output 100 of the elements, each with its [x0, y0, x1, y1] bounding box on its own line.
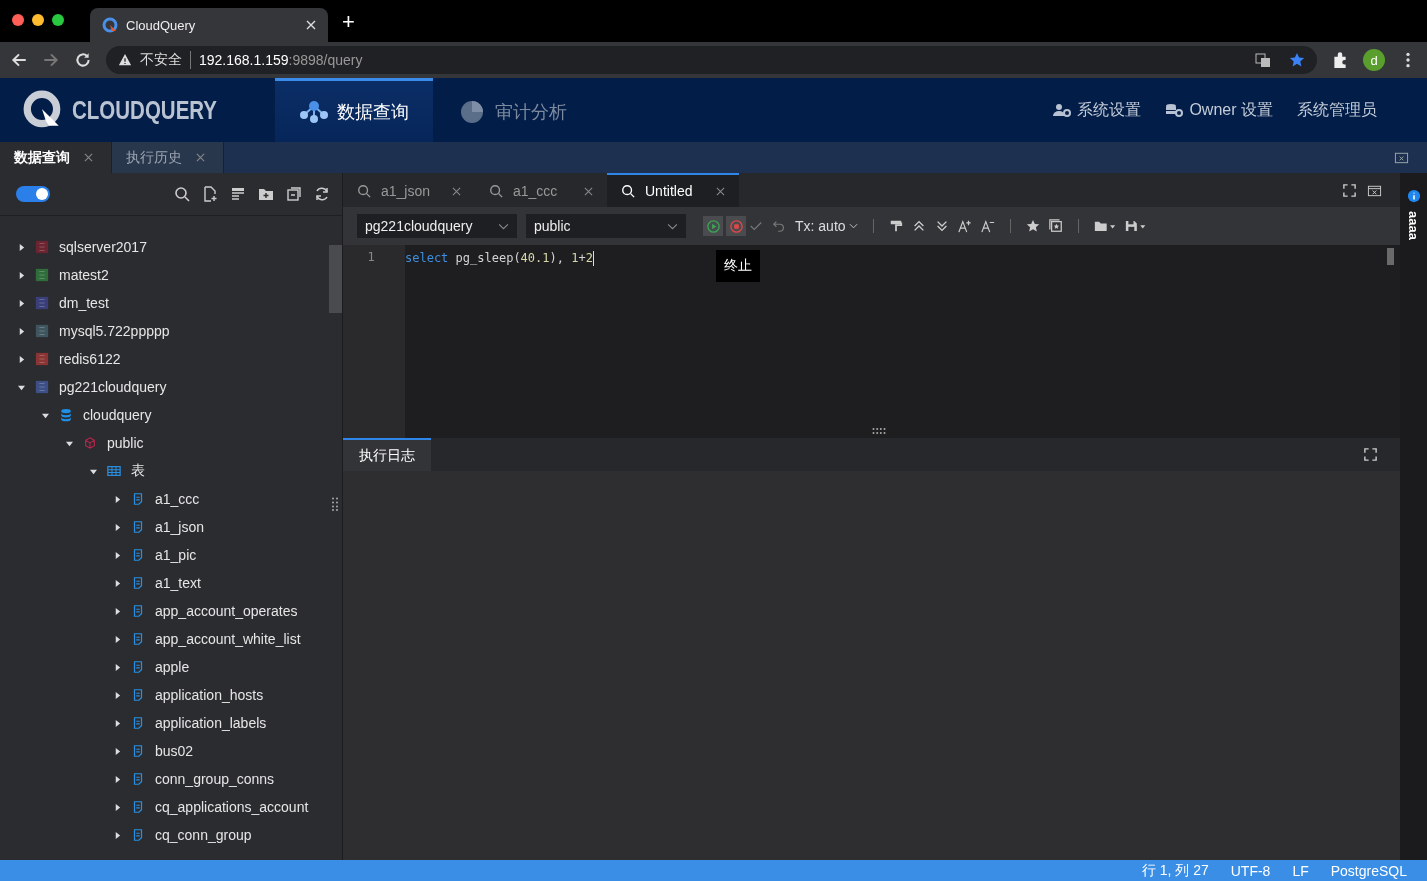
caret-icon[interactable] — [114, 747, 121, 755]
tree-item[interactable]: 表 — [131, 462, 145, 480]
schema-select[interactable]: public — [526, 214, 686, 238]
scrollbar-thumb[interactable] — [329, 245, 342, 313]
fullscreen-icon[interactable] — [1342, 182, 1357, 198]
new-file-icon[interactable] — [202, 186, 218, 202]
caret-icon[interactable] — [114, 579, 121, 587]
caret-icon[interactable] — [18, 299, 25, 307]
tree-item[interactable]: pg221cloudquery — [59, 379, 167, 395]
new-tab-button[interactable]: + — [342, 9, 355, 35]
font-increase-icon[interactable] — [957, 219, 972, 233]
tree-item[interactable]: public — [107, 435, 144, 451]
caret-icon[interactable] — [114, 607, 121, 615]
tree-item[interactable]: apple — [155, 659, 190, 675]
check-icon[interactable] — [749, 219, 763, 233]
save-dropdown-icon[interactable] — [1124, 219, 1147, 233]
tree-item[interactable]: application_labels — [155, 715, 267, 731]
close-icon[interactable] — [84, 153, 93, 162]
paint-roller-icon[interactable] — [888, 219, 903, 233]
resize-handle-icon[interactable] — [871, 428, 886, 434]
caret-icon[interactable] — [114, 635, 121, 643]
editor-tab[interactable]: a1_ccc — [475, 173, 607, 207]
tree-item[interactable]: conn_group_conns — [155, 771, 275, 787]
tree-item[interactable]: cq_applications_account — [155, 799, 309, 815]
tree-item[interactable]: sqlserver2017 — [59, 239, 147, 255]
caret-icon[interactable] — [114, 719, 121, 727]
collapse-all-icon[interactable] — [286, 186, 302, 202]
caret-icon[interactable] — [18, 271, 25, 279]
info-icon[interactable] — [1406, 189, 1421, 203]
caret-icon[interactable] — [66, 439, 73, 447]
header-link[interactable]: Owner 设置 — [1165, 78, 1273, 142]
tree-item[interactable]: dm_test — [59, 295, 109, 311]
caret-icon[interactable] — [18, 327, 25, 335]
tree-item[interactable]: app_account_white_list — [155, 631, 301, 647]
tree-item[interactable]: a1_json — [155, 519, 205, 535]
favorites-icon[interactable] — [1048, 219, 1063, 233]
tree-item[interactable]: cloudquery — [83, 407, 152, 423]
caret-icon[interactable] — [114, 691, 121, 699]
run-button[interactable] — [703, 216, 723, 236]
translate-icon[interactable] — [1255, 52, 1271, 68]
star-icon[interactable] — [1289, 52, 1305, 68]
editor-tab[interactable]: Untitled — [607, 173, 739, 207]
minimize-window-button[interactable] — [32, 14, 44, 26]
theme-toggle[interactable] — [16, 186, 50, 202]
side-panel-tab[interactable]: aaaa — [1406, 211, 1421, 240]
caret-icon[interactable] — [18, 243, 25, 251]
star-icon[interactable] — [1025, 219, 1040, 233]
connection-select[interactable]: pg221cloudquery — [357, 214, 517, 238]
header-link[interactable]: 系统管理员 — [1297, 78, 1377, 142]
resize-handle-icon[interactable] — [332, 497, 338, 511]
caret-icon[interactable] — [114, 523, 121, 531]
close-icon[interactable] — [716, 186, 725, 196]
address-field[interactable]: 不安全 192.168.1.159:9898/query — [106, 46, 1317, 74]
forward-icon[interactable] — [42, 51, 60, 69]
tree-item[interactable]: a1_ccc — [155, 491, 200, 507]
page-tab[interactable]: 执行历史 — [112, 142, 224, 173]
maximize-window-button[interactable] — [52, 14, 64, 26]
header-link[interactable]: 系统设置 — [1053, 78, 1142, 142]
back-icon[interactable] — [10, 51, 28, 69]
tree-item[interactable]: bus02 — [155, 743, 194, 759]
caret-icon[interactable] — [42, 411, 49, 419]
font-decrease-icon[interactable] — [980, 219, 995, 233]
double-chevron-up-icon[interactable] — [911, 219, 926, 233]
log-tab[interactable]: 执行日志 — [343, 438, 431, 471]
nav-tab[interactable]: 审计分析 — [433, 78, 591, 142]
browser-tab[interactable]: CloudQuery — [90, 8, 328, 42]
refresh-icon[interactable] — [314, 186, 330, 202]
tree-item[interactable]: redis6122 — [59, 351, 121, 367]
caret-icon[interactable] — [114, 803, 121, 811]
puzzle-icon[interactable] — [1331, 51, 1349, 69]
caret-icon[interactable] — [114, 551, 121, 559]
caret-icon[interactable] — [114, 775, 121, 783]
page-tab[interactable]: 数据查询 — [0, 142, 112, 173]
tree-item[interactable]: matest2 — [59, 267, 109, 283]
tree-item[interactable]: app_account_operates — [155, 603, 298, 619]
reload-icon[interactable] — [74, 51, 92, 69]
caret-icon[interactable] — [90, 467, 97, 475]
close-window-button[interactable] — [12, 14, 24, 26]
collapse-icon[interactable] — [1394, 150, 1409, 165]
tree-item[interactable]: application_hosts — [155, 687, 264, 703]
caret-icon[interactable] — [114, 663, 121, 671]
table-add-icon[interactable] — [230, 186, 246, 202]
close-icon[interactable] — [452, 186, 461, 196]
double-chevron-down-icon[interactable] — [934, 219, 949, 233]
fullscreen-icon[interactable] — [1363, 447, 1378, 462]
tree-item[interactable]: a1_text — [155, 575, 201, 591]
undo-icon[interactable] — [772, 219, 786, 233]
scrollbar-thumb[interactable] — [1387, 248, 1394, 265]
folder-add-icon[interactable] — [258, 186, 274, 202]
editor-tab[interactable]: a1_json — [343, 173, 475, 207]
tree-item[interactable]: cq_conn_group — [155, 827, 252, 843]
tree-item[interactable]: a1_pic — [155, 547, 197, 563]
caret-icon[interactable] — [18, 355, 25, 363]
search-icon[interactable] — [174, 186, 190, 202]
tree-item[interactable]: mysql5.722ppppp — [59, 323, 170, 339]
caret-icon[interactable] — [114, 495, 121, 503]
caret-icon[interactable] — [114, 831, 121, 839]
folder-dropdown-icon[interactable] — [1093, 219, 1116, 233]
transaction-dropdown[interactable]: Tx: auto — [795, 218, 858, 234]
caret-icon[interactable] — [18, 383, 25, 391]
